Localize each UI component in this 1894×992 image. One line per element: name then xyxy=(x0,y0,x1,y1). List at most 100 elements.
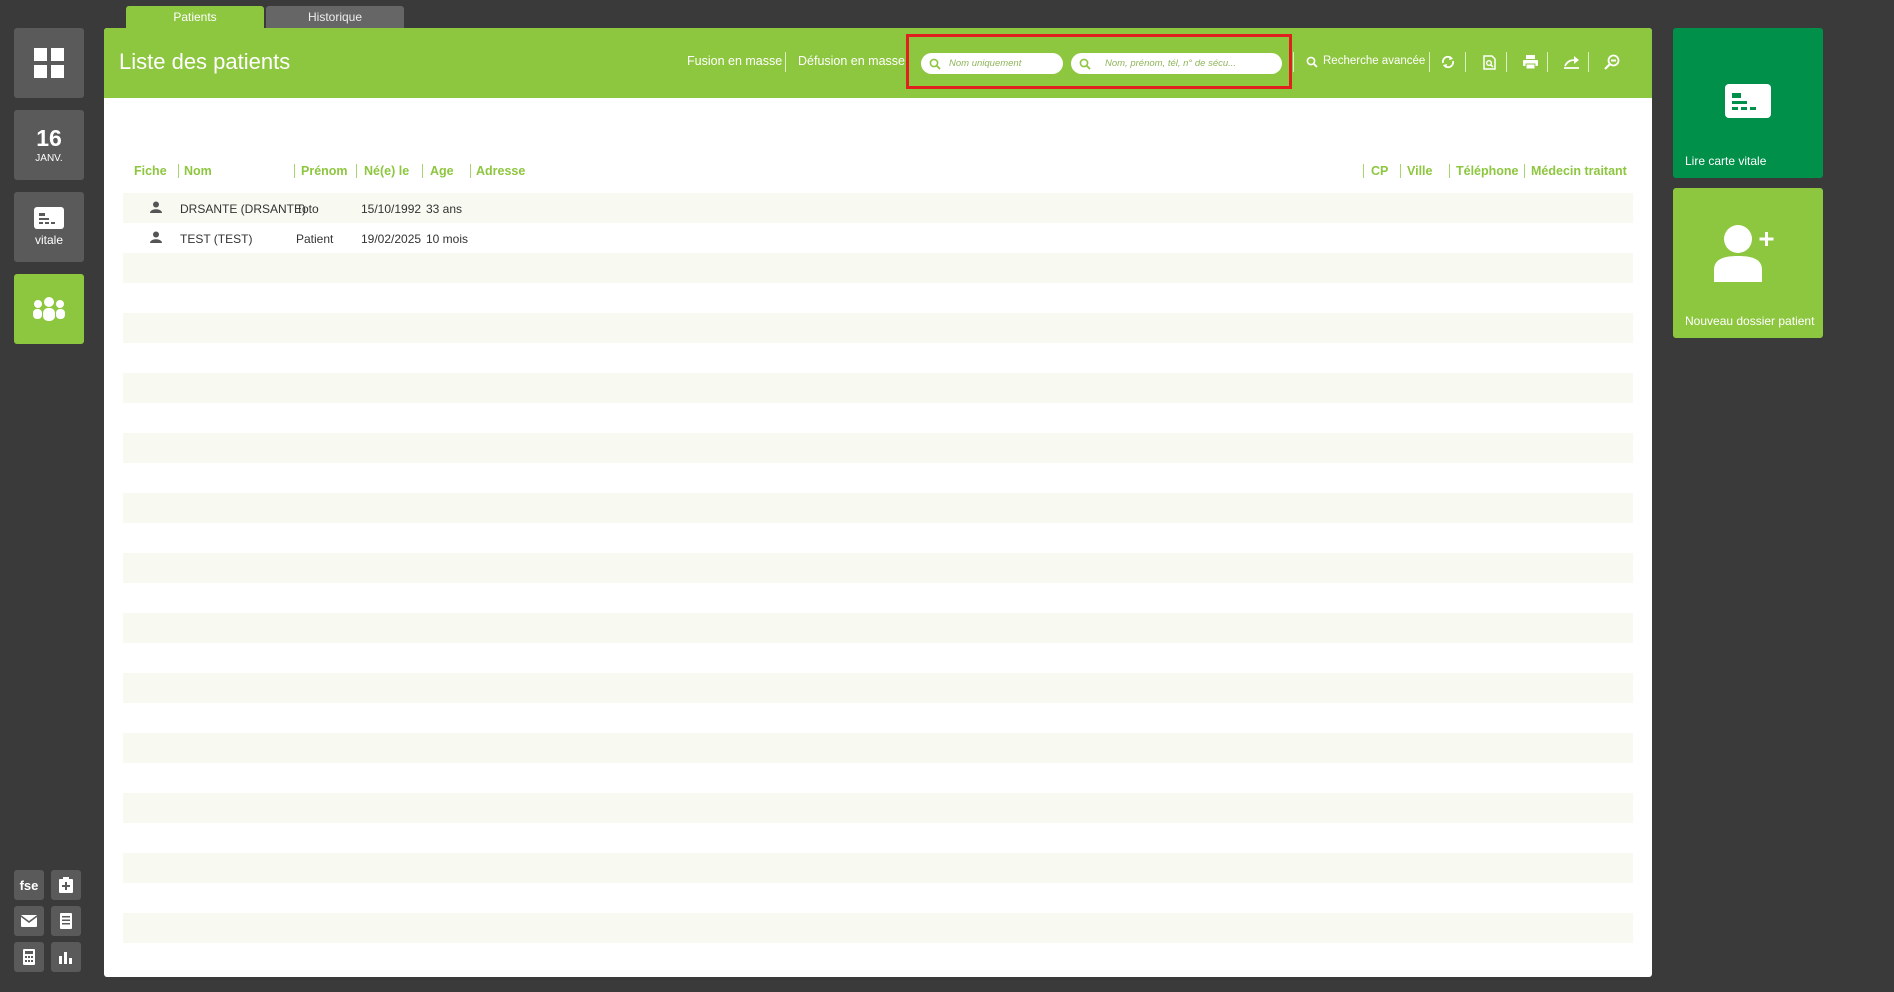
cell-nee-le: 19/02/2025 xyxy=(361,232,422,246)
patients-button[interactable] xyxy=(14,274,84,344)
cell-age: 33 ans xyxy=(426,202,463,216)
tab-historique-label: Historique xyxy=(307,10,363,24)
empty-row xyxy=(123,913,1633,943)
col-adresse[interactable]: Adresse xyxy=(476,164,525,178)
separator xyxy=(785,52,786,72)
col-medecin[interactable]: Médecin traitant xyxy=(1531,164,1627,178)
col-cp[interactable]: CP xyxy=(1371,164,1388,178)
column-separator xyxy=(294,164,295,178)
mail-icon xyxy=(21,915,37,927)
cell-prenom: Patient xyxy=(296,232,334,246)
col-prenom[interactable]: Prénom xyxy=(301,164,348,178)
table-row[interactable]: TEST (TEST) Patient 19/02/2025 10 mois xyxy=(123,223,1633,253)
panel-header: Liste des patients Fusion en masse Défus… xyxy=(104,28,1652,98)
empty-row xyxy=(123,553,1633,583)
column-separator xyxy=(356,164,357,178)
cell-nom: TEST (TEST) xyxy=(180,232,253,246)
column-separator xyxy=(1400,164,1401,178)
medical-kit-icon xyxy=(59,877,73,893)
add-user-icon xyxy=(1714,225,1774,282)
card-icon xyxy=(34,207,64,229)
export-button[interactable] xyxy=(1560,51,1582,73)
column-separator xyxy=(178,164,179,178)
col-telephone[interactable]: Téléphone xyxy=(1456,164,1519,178)
empty-row xyxy=(123,433,1633,463)
separator xyxy=(1293,52,1294,72)
patient-icon xyxy=(150,201,162,213)
calculator-icon xyxy=(23,949,35,965)
medical-kit-button[interactable] xyxy=(51,870,81,900)
patient-icon xyxy=(150,231,162,243)
document-icon xyxy=(60,913,72,929)
tab-patients-label: Patients xyxy=(173,10,217,24)
empty-row xyxy=(123,313,1633,343)
cell-nom: DRSANTE (DRSANTE) xyxy=(180,202,307,216)
print-icon xyxy=(1522,55,1538,69)
separator xyxy=(1429,52,1430,72)
column-separator xyxy=(470,164,471,178)
refresh-button[interactable] xyxy=(1437,51,1459,73)
cell-nee-le: 15/10/1992 xyxy=(361,202,422,216)
empty-row xyxy=(123,673,1633,703)
highlight-box xyxy=(906,34,1292,89)
col-age[interactable]: Age xyxy=(430,164,454,178)
column-separator xyxy=(1363,164,1364,178)
defusion-button[interactable]: Défusion en masse xyxy=(798,54,905,68)
cell-age: 10 mois xyxy=(426,232,469,246)
tab-patients[interactable]: Patients xyxy=(126,6,264,28)
separator xyxy=(1547,52,1548,72)
refresh-icon xyxy=(1441,55,1455,69)
tab-historique[interactable]: Historique xyxy=(266,6,404,28)
fse-button[interactable]: fse xyxy=(14,870,44,900)
preview-icon xyxy=(1482,54,1496,70)
group-icon xyxy=(33,297,65,321)
fusion-button[interactable]: Fusion en masse xyxy=(687,54,782,68)
empty-row xyxy=(123,373,1633,403)
bar-chart-icon xyxy=(59,952,72,964)
empty-row xyxy=(123,493,1633,523)
empty-row xyxy=(123,253,1633,283)
separator xyxy=(1506,52,1507,72)
zoom-search-button[interactable] xyxy=(1601,51,1623,73)
date-day: 16 xyxy=(36,125,62,151)
patients-panel: Liste des patients Fusion en masse Défus… xyxy=(104,28,1652,977)
export-icon xyxy=(1563,56,1579,69)
column-separator xyxy=(1449,164,1450,178)
col-ville[interactable]: Ville xyxy=(1407,164,1432,178)
calculator-button[interactable] xyxy=(14,942,44,972)
advanced-search-icon[interactable] xyxy=(1306,56,1318,68)
separator xyxy=(1588,52,1589,72)
col-nee-le[interactable]: Né(e) le xyxy=(364,164,409,178)
vitale-label: vitale xyxy=(34,233,63,247)
advanced-search-button[interactable]: Recherche avancée xyxy=(1323,55,1425,67)
preview-button[interactable] xyxy=(1478,51,1500,73)
nouveau-dossier-label: Nouveau dossier patient xyxy=(1685,314,1815,328)
stats-button[interactable] xyxy=(51,942,81,972)
column-separator xyxy=(422,164,423,178)
separator xyxy=(1465,52,1466,72)
empty-row xyxy=(123,613,1633,643)
col-fiche[interactable]: Fiche xyxy=(134,164,167,178)
card-icon xyxy=(1725,84,1771,118)
col-nom[interactable]: Nom xyxy=(184,164,212,178)
dashboard-button[interactable] xyxy=(14,28,84,98)
nouveau-dossier-button[interactable]: Nouveau dossier patient xyxy=(1673,188,1823,338)
grid-icon xyxy=(34,48,64,78)
empty-row xyxy=(123,853,1633,883)
empty-row xyxy=(123,733,1633,763)
table-row[interactable]: DRSANTE (DRSANTE) Toto 15/10/1992 33 ans xyxy=(123,193,1633,223)
document-button[interactable] xyxy=(51,906,81,936)
page-title: Liste des patients xyxy=(119,49,291,74)
lire-carte-vitale-button[interactable]: Lire carte vitale xyxy=(1673,28,1823,178)
column-separator xyxy=(1524,164,1525,178)
lire-carte-vitale-label: Lire carte vitale xyxy=(1685,154,1767,168)
zoom-search-icon xyxy=(1604,54,1620,70)
fse-label: fse xyxy=(19,877,39,893)
date-month: JANV. xyxy=(35,153,63,164)
empty-row xyxy=(123,793,1633,823)
vitale-button[interactable]: vitale xyxy=(14,192,84,262)
cell-prenom: Toto xyxy=(296,202,319,216)
print-button[interactable] xyxy=(1519,51,1541,73)
date-tile[interactable]: 16 JANV. xyxy=(14,110,84,180)
mail-button[interactable] xyxy=(14,906,44,936)
